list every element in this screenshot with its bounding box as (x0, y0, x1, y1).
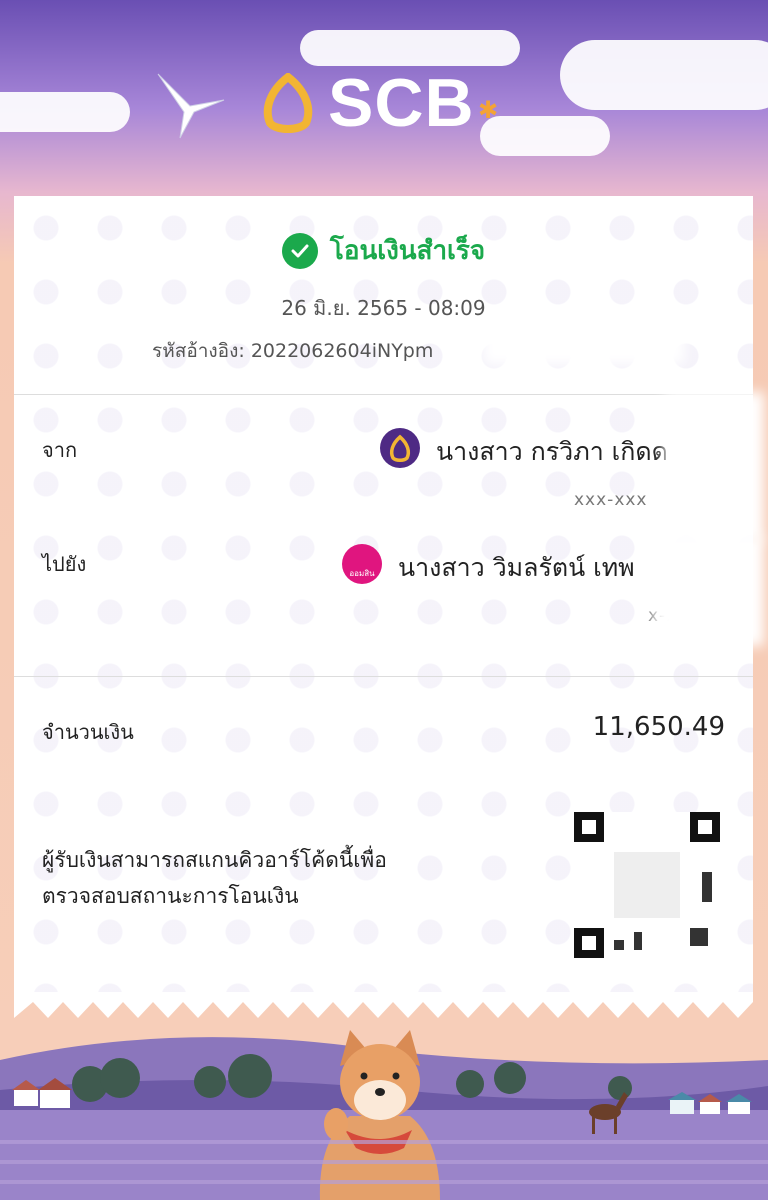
bird-illustration (157, 73, 225, 139)
scb-logo-icon (263, 73, 313, 133)
from-label: จาก (42, 438, 78, 462)
qr-note-line2: ตรวจสอบสถานะการโอนเงิน (42, 884, 299, 908)
receipt-zigzag-edge (14, 992, 753, 1018)
gsb-logo-text: ออมสิน (349, 569, 375, 578)
from-account: xxx-xxx (574, 490, 648, 510)
check-circle-icon (281, 232, 318, 269)
cloud (480, 116, 610, 156)
receipt-card: โอนเงินสำเร็จ 26 มิ.ย. 2565 - 08:09 รหัส… (14, 196, 764, 996)
cloud (300, 30, 520, 66)
from-name: นางสาว กรวิภา เกิดด (436, 437, 668, 466)
gsb-bank-icon: ออมสิน (342, 544, 382, 584)
status-row: โอนเงินสำเร็จ (14, 230, 753, 271)
qr-note-line1: ผู้รับเงินสามารถสแกนคิวอาร์โค้ดนี้เพื่อ (42, 848, 387, 872)
cloud (0, 92, 130, 132)
to-label: ไปยัง (42, 552, 87, 576)
redaction-mask (664, 392, 764, 542)
divider (14, 676, 753, 677)
lavender-field-illustration (0, 1030, 768, 1200)
cloud (560, 40, 768, 110)
scb-bank-icon (380, 428, 420, 468)
amount-label: จำนวนเงิน (42, 720, 134, 744)
qr-note: ผู้รับเงินสามารถสแกนคิวอาร์โค้ดนี้เพื่อ … (42, 842, 512, 914)
scb-logo: SCB (258, 64, 475, 142)
reference-number: รหัสอ้างอิง: 2022062604iNYpm (152, 340, 434, 362)
redaction-mask (484, 330, 684, 364)
divider (14, 394, 753, 395)
header-banner: SCB ✱ (0, 0, 768, 190)
status-text: โอนเงินสำเร็จ (329, 236, 486, 266)
amount-value: 11,650.49 (592, 712, 725, 742)
transaction-datetime: 26 มิ.ย. 2565 - 08:09 (281, 296, 486, 320)
redaction-mask (654, 536, 764, 646)
qr-code (574, 812, 720, 958)
brand-name: SCB (328, 65, 475, 141)
sparkle-icon: ✱ (478, 96, 499, 124)
to-name: นางสาว วิมลรัตน์ เทพ (398, 553, 635, 582)
